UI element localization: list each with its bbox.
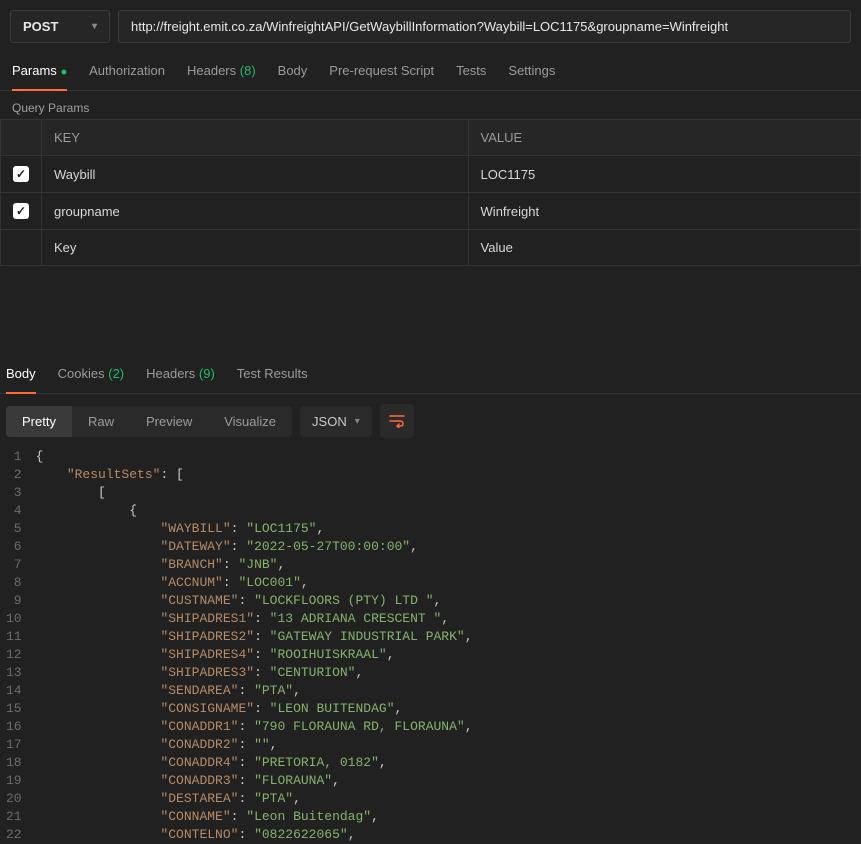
checkbox[interactable]: ✓ — [13, 203, 29, 219]
response-toolbar: Pretty Raw Preview Visualize JSON ▾ — [0, 394, 861, 448]
resp-tab-cookies[interactable]: Cookies (2) — [58, 356, 124, 393]
param-key-input[interactable]: Key — [42, 230, 469, 266]
table-row: ✓ Waybill LOC1175 — [1, 156, 861, 193]
resp-tab-testresults[interactable]: Test Results — [237, 356, 308, 393]
chevron-down-icon: ▾ — [92, 21, 97, 32]
format-select[interactable]: JSON ▾ — [300, 406, 372, 437]
viewmode-group: Pretty Raw Preview Visualize — [6, 406, 292, 437]
table-row: ✓ groupname Winfreight — [1, 193, 861, 230]
resp-tab-body[interactable]: Body — [6, 356, 36, 393]
col-value: VALUE — [468, 120, 860, 156]
response-body-editor[interactable]: 12345678910111213141516171819202122 { "R… — [0, 448, 861, 844]
tab-params[interactable]: Params• — [12, 53, 67, 90]
table-row: Key Value — [1, 230, 861, 266]
request-tabs: Params• Authorization Headers (8) Body P… — [0, 53, 861, 91]
param-key-cell[interactable]: Waybill — [42, 156, 469, 193]
query-params-title: Query Params — [0, 91, 861, 119]
param-value-cell[interactable]: LOC1175 — [468, 156, 860, 193]
response-tabs: Body Cookies (2) Headers (9) Test Result… — [0, 356, 861, 394]
tab-body[interactable]: Body — [278, 53, 308, 90]
param-value-input[interactable]: Value — [468, 230, 860, 266]
url-input[interactable] — [118, 10, 851, 43]
checkbox[interactable]: ✓ — [13, 166, 29, 182]
wrap-icon — [389, 414, 405, 428]
params-modified-dot: • — [61, 62, 67, 82]
viewmode-visualize[interactable]: Visualize — [208, 406, 292, 437]
wrap-lines-button[interactable] — [380, 404, 414, 438]
chevron-down-icon: ▾ — [355, 416, 360, 427]
http-method-label: POST — [23, 19, 58, 34]
param-value-cell[interactable]: Winfreight — [468, 193, 860, 230]
tab-prerequest[interactable]: Pre-request Script — [329, 53, 434, 90]
query-params-table: KEY VALUE ✓ Waybill LOC1175 ✓ groupname … — [0, 119, 861, 266]
tab-settings[interactable]: Settings — [508, 53, 555, 90]
viewmode-pretty[interactable]: Pretty — [6, 406, 72, 437]
tab-tests[interactable]: Tests — [456, 53, 486, 90]
viewmode-preview[interactable]: Preview — [130, 406, 208, 437]
viewmode-raw[interactable]: Raw — [72, 406, 130, 437]
http-method-select[interactable]: POST ▾ — [10, 10, 110, 43]
tab-authorization[interactable]: Authorization — [89, 53, 165, 90]
col-key: KEY — [42, 120, 469, 156]
resp-tab-headers[interactable]: Headers (9) — [146, 356, 215, 393]
param-key-cell[interactable]: groupname — [42, 193, 469, 230]
tab-headers[interactable]: Headers (8) — [187, 53, 256, 90]
